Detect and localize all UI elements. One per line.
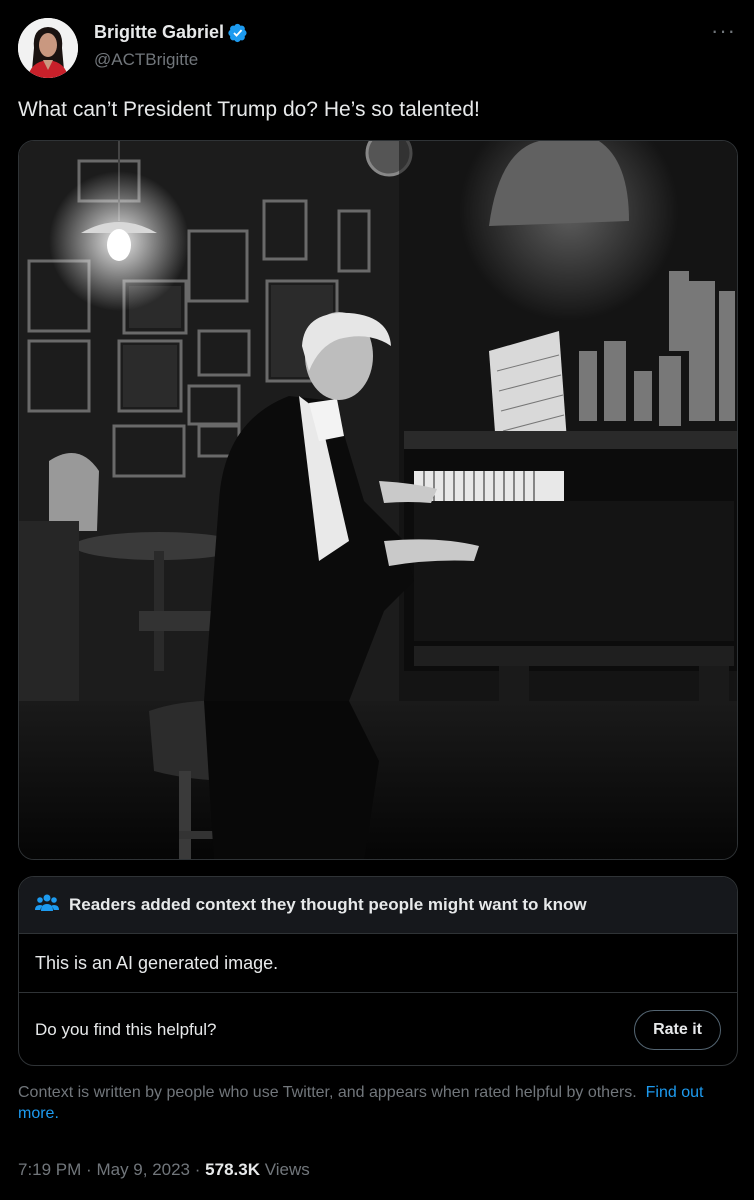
community-note-header: Readers added context they thought peopl… — [19, 877, 737, 934]
tweet-meta: 7:19 PM · May 9, 2023 · 578.3K Views — [18, 1160, 310, 1180]
meta-separator: · — [194, 1160, 201, 1179]
author-handle[interactable]: @ACTBrigitte — [94, 50, 198, 70]
community-note: Readers added context they thought peopl… — [18, 876, 738, 1066]
meta-separator: · — [86, 1160, 92, 1179]
tweet-date[interactable]: May 9, 2023 — [96, 1160, 190, 1179]
verified-badge-icon[interactable] — [228, 23, 248, 43]
author-name-row: Brigitte Gabriel — [94, 22, 248, 43]
views-label: Views — [264, 1160, 310, 1179]
rate-it-button[interactable]: Rate it — [634, 1010, 721, 1050]
context-text: Context is written by people who use Twi… — [18, 1084, 637, 1101]
helpful-question: Do you find this helpful? — [35, 1020, 217, 1039]
tweet-time[interactable]: 7:19 PM — [18, 1160, 81, 1179]
more-options-icon[interactable]: ··· — [711, 20, 736, 42]
people-icon — [35, 893, 59, 918]
community-note-context: Context is written by people who use Twi… — [18, 1082, 728, 1124]
community-note-title: Readers added context they thought peopl… — [69, 895, 587, 914]
tweet-image-illustration — [19, 141, 737, 859]
tweet-text: What can’t President Trump do? He’s so t… — [18, 98, 480, 121]
tweet-image[interactable] — [18, 140, 738, 860]
community-note-footer: Do you find this helpful? Rate it — [19, 993, 737, 1065]
views-count: 578.3K — [205, 1160, 260, 1179]
author-display-name[interactable]: Brigitte Gabriel — [94, 22, 224, 43]
community-note-body: This is an AI generated image. — [19, 934, 737, 993]
avatar[interactable] — [18, 18, 78, 78]
